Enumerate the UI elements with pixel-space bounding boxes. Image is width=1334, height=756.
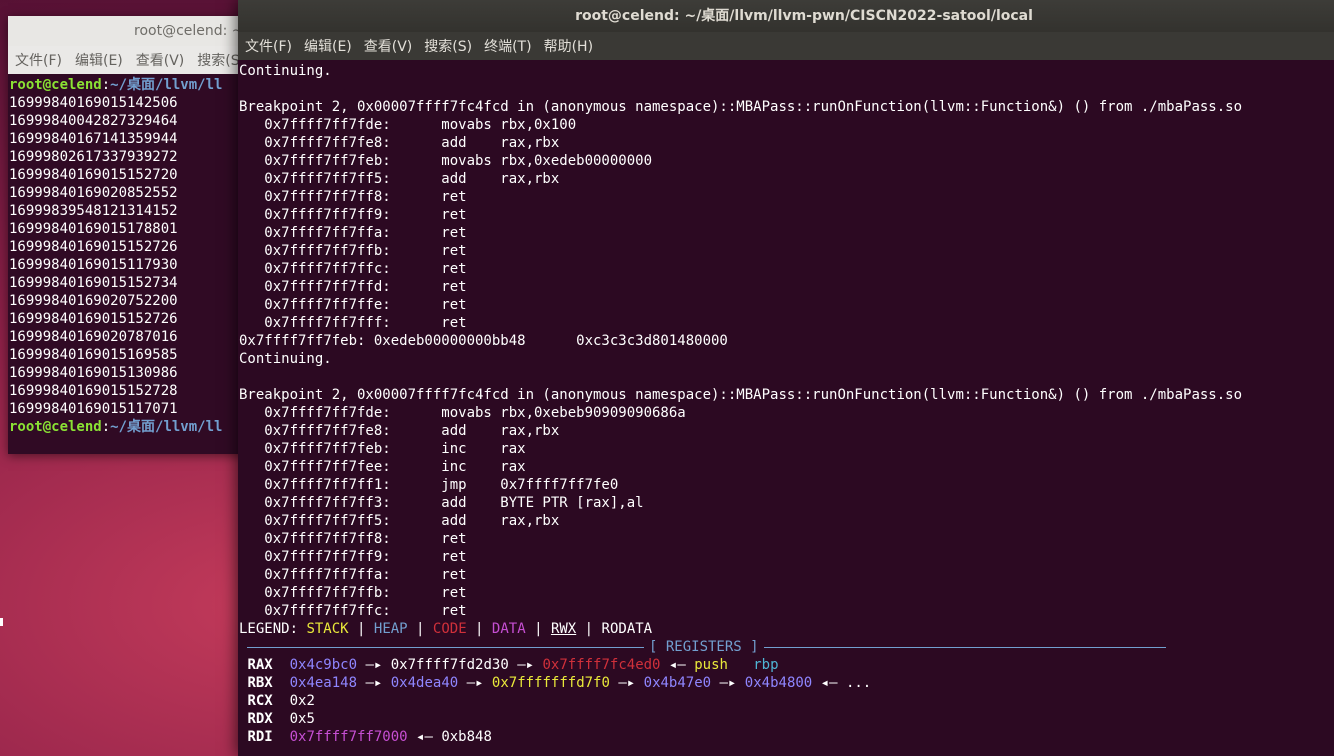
front-terminal-window[interactable]: root@celend: ~/桌面/llvm/llvm-pwn/CISCN202… bbox=[238, 0, 1334, 756]
gdb-line: 0x7ffff7ff7ffd: ret bbox=[239, 279, 467, 295]
gdb-line: Continuing. bbox=[239, 351, 332, 367]
register-rcx: RCX 0x2 bbox=[247, 693, 315, 709]
gdb-line: 0x7ffff7ff7fe8: add rax,rbx bbox=[239, 135, 560, 151]
gdb-line: 0x7ffff7ff7ff9: ret bbox=[239, 549, 467, 565]
front-terminal-titlebar[interactable]: root@celend: ~/桌面/llvm/llvm-pwn/CISCN202… bbox=[238, 0, 1334, 32]
menu-search[interactable]: 搜索(S) bbox=[424, 39, 472, 55]
legend-rwx: RWX bbox=[550, 621, 577, 637]
menu-file[interactable]: 文件(F) bbox=[245, 39, 292, 55]
menu-help[interactable]: 帮助(H) bbox=[544, 39, 593, 55]
gdb-line: 0x7ffff7ff7ff9: ret bbox=[239, 207, 467, 223]
register-rdx: RDX 0x5 bbox=[247, 711, 315, 727]
gdb-line: 0x7ffff7ff7ff8: ret bbox=[239, 189, 467, 205]
desktop-edge-mark bbox=[0, 618, 3, 626]
legend-data: DATA bbox=[491, 621, 526, 637]
register-rbx: RBX 0x4ea148 —▸ 0x4dea40 —▸ 0x7fffffffd7… bbox=[247, 675, 872, 691]
back-menu-file[interactable]: 文件(F) bbox=[15, 53, 62, 69]
gdb-line: 0x7ffff7ff7ffc: ret bbox=[239, 603, 467, 619]
registers-title: [ REGISTERS ] bbox=[649, 639, 759, 655]
gdb-line: 0x7ffff7ff7ffe: ret bbox=[239, 297, 467, 313]
gdb-line: 0x7ffff7ff7fee: inc rax bbox=[239, 459, 526, 475]
gdb-line: 0x7ffff7ff7ffa: ret bbox=[239, 567, 467, 583]
gdb-line: 0x7ffff7ff7ff1: jmp 0x7ffff7ff7fe0 bbox=[239, 477, 619, 493]
gdb-line: 0x7ffff7ff7ffa: ret bbox=[239, 225, 467, 241]
back-menu-edit[interactable]: 编辑(E) bbox=[75, 53, 123, 69]
gdb-line: 0x7ffff7ff7ffb: ret bbox=[239, 243, 467, 259]
gdb-line: 0x7ffff7ff7feb: movabs rbx,0xedeb0000000… bbox=[239, 153, 653, 169]
gdb-line: 0x7ffff7ff7fe8: add rax,rbx bbox=[239, 423, 560, 439]
gdb-line: 0x7ffff7ff7fde: movabs rbx,0xebeb9090909… bbox=[239, 405, 686, 421]
menu-view[interactable]: 查看(V) bbox=[364, 39, 413, 55]
gdb-line: Breakpoint 2, 0x00007ffff7fc4fcd in (ano… bbox=[239, 99, 1243, 115]
gdb-output[interactable]: Continuing. Breakpoint 2, 0x00007ffff7fc… bbox=[238, 60, 1334, 746]
gdb-line bbox=[239, 368, 1334, 386]
gdb-line: 0x7ffff7ff7feb: inc rax bbox=[239, 441, 526, 457]
back-terminal-title: root@celend: ~ bbox=[134, 23, 244, 39]
register-rax: RAX 0x4c9bc0 —▸ 0x7ffff7fd2d30 —▸ 0x7fff… bbox=[247, 657, 779, 673]
back-menu-view[interactable]: 查看(V) bbox=[136, 53, 185, 69]
gdb-line: Continuing. bbox=[239, 63, 332, 79]
legend-code: CODE bbox=[432, 621, 467, 637]
gdb-line: 0x7ffff7ff7fde: movabs rbx,0x100 bbox=[239, 117, 577, 133]
gdb-line: 0x7ffff7ff7ffc: ret bbox=[239, 261, 467, 277]
front-terminal-menubar: 文件(F) 编辑(E) 查看(V) 搜索(S) 终端(T) 帮助(H) bbox=[238, 32, 1334, 60]
gdb-line: 0x7ffff7ff7feb: 0xedeb00000000bb48 0xc3c… bbox=[239, 333, 728, 349]
registers-rule-left bbox=[247, 647, 644, 648]
front-terminal-title: root@celend: ~/桌面/llvm/llvm-pwn/CISCN202… bbox=[575, 8, 1033, 24]
register-rdi: RDI 0x7ffff7ff7000 ◂— 0xb848 bbox=[247, 729, 492, 745]
gdb-line: 0x7ffff7ff7ff3: add BYTE PTR [rax],al bbox=[239, 495, 644, 511]
registers-header: [ REGISTERS ] bbox=[239, 638, 1334, 656]
legend-stack: STACK bbox=[306, 621, 349, 637]
registers-rule-right bbox=[764, 647, 1166, 648]
menu-terminal[interactable]: 终端(T) bbox=[484, 39, 531, 55]
gdb-line: 0x7ffff7ff7ff5: add rax,rbx bbox=[239, 171, 560, 187]
gdb-line: 0x7ffff7ff7ff5: add rax,rbx bbox=[239, 513, 560, 529]
legend-heap: HEAP bbox=[373, 621, 408, 637]
gdb-line: 0x7ffff7ff7fff: ret bbox=[239, 315, 467, 331]
legend-line: LEGEND: STACK | HEAP | CODE | DATA | RWX… bbox=[239, 621, 653, 637]
gdb-line bbox=[239, 80, 1334, 98]
gdb-line: 0x7ffff7ff7ffb: ret bbox=[239, 585, 467, 601]
gdb-line: Breakpoint 2, 0x00007ffff7fc4fcd in (ano… bbox=[239, 387, 1243, 403]
gdb-line: 0x7ffff7ff7ff8: ret bbox=[239, 531, 467, 547]
legend-rodata: RODATA bbox=[601, 621, 653, 637]
menu-edit[interactable]: 编辑(E) bbox=[304, 39, 352, 55]
